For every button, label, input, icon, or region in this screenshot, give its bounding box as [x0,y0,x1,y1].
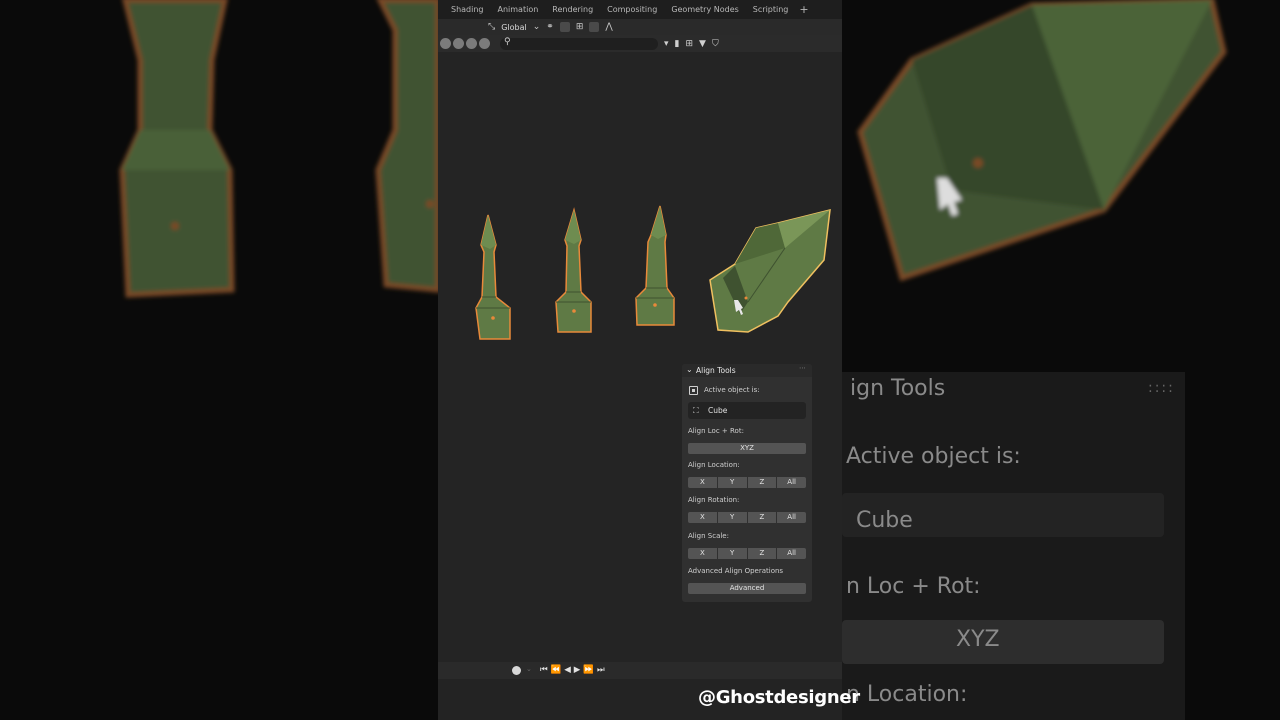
spire-object-1[interactable] [475,214,511,340]
align-rotation-label: Align Rotation: [688,496,740,504]
add-workspace-button[interactable]: + [795,3,812,16]
location-z-button[interactable]: Z [747,477,777,488]
blurred-background-left [0,0,438,720]
chevron-down-icon[interactable]: ⌄ [526,665,532,673]
jump-end-icon[interactable]: ⏭ [597,664,605,676]
rotation-all-button[interactable]: All [777,512,806,523]
filter-icon[interactable]: ▼ [699,39,706,49]
active-object-label: Active object is: [704,386,760,394]
watermark: @Ghostdesigner [698,687,860,708]
scale-all-button[interactable]: All [777,548,806,559]
blurred-xyz: XYZ [956,627,1000,652]
align-rotation-row: X Y Z All [688,512,806,523]
blurred-locrot-label: n Loc + Rot: [846,574,981,599]
bookmark-icon[interactable]: ▮ [675,39,680,49]
active-cube-object[interactable] [709,209,831,333]
blurred-active-label: Active object is: [846,444,1021,469]
snap-icon[interactable] [559,22,570,32]
panel-title: Align Tools [696,366,736,375]
blurred-drag-dots: :::: [1148,380,1175,396]
jump-start-icon[interactable]: ⏮ [540,664,548,676]
align-xyz-button[interactable]: XYZ [688,443,806,454]
shield-icon[interactable]: ⛉ [712,39,719,49]
search-icon: ⚲ [504,36,511,47]
location-x-button[interactable]: X [688,477,717,488]
screen: ign Tools :::: Active object is: Cube n … [0,0,1280,720]
tab-compositing[interactable]: Compositing [600,5,664,14]
snap-target-icon[interactable]: ⊞ [576,22,584,32]
proportional-edit-icon[interactable] [589,22,600,32]
timeline-header: ⌄ ⏮ ⏪ ◀ ▶ ⏩ ⏭ [438,662,842,679]
tab-shading[interactable]: Shading [444,5,491,14]
next-keyframe-icon[interactable]: ⏩ [583,664,594,676]
object-icon [689,386,698,395]
tab-rendering[interactable]: Rendering [545,5,600,14]
location-y-button[interactable]: Y [717,477,747,488]
outliner-header: ⚲ ▾ ▮ ⊞ ▼ ⛉ [438,35,842,52]
align-scale-label: Align Scale: [688,532,729,540]
advanced-label: Advanced Align Operations [688,567,784,575]
rotation-x-button[interactable]: X [688,512,717,523]
align-loc-rot-label: Align Loc + Rot: [688,427,744,435]
restrict-icon[interactable]: ▾ [664,39,669,49]
blurred-location-label: n Location: [846,682,968,707]
display-mode-icon[interactable] [440,38,451,49]
workspace-tabs: Shading Animation Rendering Compositing … [438,0,842,19]
align-location-row: X Y Z All [688,477,806,488]
blurred-background-right: ign Tools :::: Active object is: Cube n … [842,0,1280,720]
advanced-button[interactable]: Advanced [688,583,806,594]
blurred-panel-title: ign Tools [850,376,946,401]
tab-geometry-nodes[interactable]: Geometry Nodes [664,5,745,14]
blurred-active-object: Cube [856,508,913,533]
scale-x-button[interactable]: X [688,548,717,559]
record-icon[interactable] [512,666,521,675]
align-scale-row: X Y Z All [688,548,806,559]
mesh-icon: ⛶ [693,406,699,415]
falloff-icon[interactable]: ⋀ [605,22,612,32]
blurred-mesh-shape [857,0,1227,282]
world-icon[interactable] [466,38,477,49]
rotation-y-button[interactable]: Y [717,512,747,523]
scale-y-button[interactable]: Y [717,548,747,559]
grid-icon[interactable]: ⊞ [685,39,693,49]
play-icon[interactable]: ▶ [574,664,581,676]
location-all-button[interactable]: All [777,477,806,488]
chevron-down-icon[interactable]: ⌄ [533,22,541,32]
camera-icon[interactable] [479,38,490,49]
play-reverse-icon[interactable]: ◀ [564,664,571,676]
prev-keyframe-icon[interactable]: ⏪ [551,664,562,676]
drag-handle-icon[interactable]: ⋯ [799,364,806,372]
chevron-down-icon[interactable]: ⌄ [686,365,693,374]
orientation-dropdown[interactable]: Global [501,23,527,32]
transform-orientation-icon[interactable]: ⤡ [488,22,495,32]
rotation-z-button[interactable]: Z [747,512,777,523]
active-object-field[interactable]: ⛶ Cube [688,402,806,419]
playback-controls: ⏮ ⏪ ◀ ▶ ⏩ ⏭ [540,664,605,676]
blender-window: Shading Animation Rendering Compositing … [438,0,842,720]
panel-header[interactable]: ⌄ Align Tools ⋯ [682,364,812,377]
active-object-name: Cube [708,406,728,415]
spire-object-3[interactable] [635,205,675,326]
spire-object-2[interactable] [555,207,592,333]
search-input[interactable]: ⚲ [500,36,658,50]
scene-icon[interactable] [453,38,464,49]
align-location-label: Align Location: [688,461,740,469]
blurred-panel [842,372,1185,720]
blurred-spire-shapes [119,0,438,298]
scale-z-button[interactable]: Z [747,548,777,559]
align-tools-panel: ⌄ Align Tools ⋯ Active object is: ⛶ Cube… [682,364,812,602]
viewport-header: ⤡ Global ⌄ ⚭ ⊞ ⋀ [438,19,842,35]
tab-scripting[interactable]: Scripting [746,5,796,14]
3d-viewport[interactable]: ⌄ Align Tools ⋯ Active object is: ⛶ Cube… [438,52,842,662]
tab-animation[interactable]: Animation [491,5,546,14]
blurred-button [842,620,1164,664]
pivot-icon[interactable]: ⚭ [546,22,554,32]
